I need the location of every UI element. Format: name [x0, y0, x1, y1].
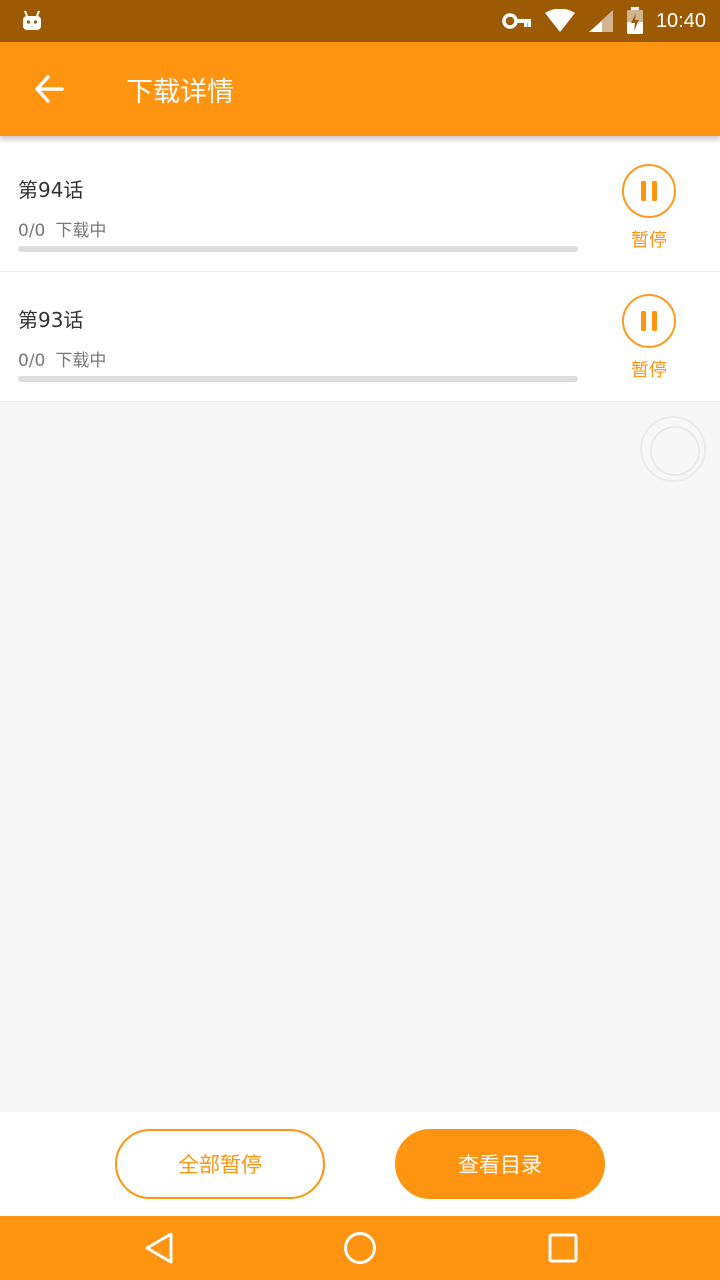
- download-status: 0/0 下载中: [18, 346, 106, 371]
- signal-icon: [588, 10, 613, 32]
- view-catalog-button[interactable]: 查看目录: [395, 1129, 605, 1199]
- pause-all-button[interactable]: 全部暂停: [115, 1129, 325, 1199]
- arrow-back-icon: [35, 75, 64, 103]
- home-nav-icon: [344, 1232, 376, 1264]
- system-nav-bar: [0, 1216, 720, 1280]
- floating-circle-button[interactable]: [640, 416, 706, 482]
- status-bar: 10:40: [0, 0, 720, 42]
- recents-nav-icon: [548, 1233, 578, 1263]
- key-icon: [502, 13, 531, 29]
- download-item[interactable]: 第93话 0/0 下载中 暂停: [0, 272, 720, 402]
- download-item[interactable]: 第94话 0/0 下载中 暂停: [0, 142, 720, 272]
- android-icon: [23, 10, 41, 30]
- bottom-action-bar: 全部暂停 查看目录: [0, 1112, 720, 1216]
- home-nav-button[interactable]: [342, 1230, 378, 1266]
- chapter-name: 第93话: [18, 308, 84, 332]
- pause-label[interactable]: 暂停: [614, 356, 684, 382]
- download-state: 下载中: [55, 351, 107, 371]
- status-time: 10:40: [655, 9, 706, 32]
- progress-count: 0/0: [18, 351, 46, 371]
- pause-label[interactable]: 暂停: [614, 226, 684, 252]
- progress-bar: [18, 376, 578, 382]
- pause-button[interactable]: [622, 294, 676, 348]
- page-title: 下载详情: [126, 77, 234, 108]
- battery-icon: [626, 7, 643, 34]
- download-list: 第94话 0/0 下载中 暂停 第93话 0/0 下载中 暂停: [0, 142, 720, 402]
- recents-nav-button[interactable]: [545, 1230, 581, 1266]
- pause-button[interactable]: [622, 164, 676, 218]
- back-button[interactable]: [28, 68, 70, 110]
- wifi-icon: [544, 9, 575, 32]
- back-nav-button[interactable]: [141, 1230, 177, 1266]
- pause-icon: [641, 181, 657, 201]
- progress-bar: [18, 246, 578, 252]
- app-bar: 下载详情: [0, 42, 720, 136]
- back-nav-icon: [145, 1232, 173, 1264]
- download-state: 下载中: [55, 221, 107, 241]
- pause-icon: [641, 311, 657, 331]
- progress-count: 0/0: [18, 221, 46, 241]
- download-status: 0/0 下载中: [18, 216, 106, 241]
- chapter-name: 第94话: [18, 178, 84, 202]
